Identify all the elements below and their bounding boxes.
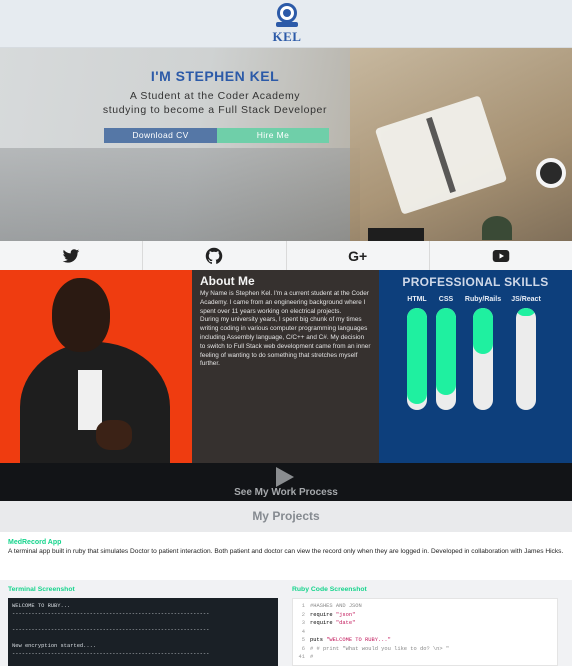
skill-bar-fill (407, 308, 427, 404)
skill-bar (436, 308, 456, 410)
hero-coffee-cup-image (536, 158, 566, 188)
profile-photo (0, 270, 192, 463)
hire-me-button[interactable]: Hire Me (217, 128, 329, 143)
skill-bar (516, 308, 536, 410)
play-icon[interactable] (276, 467, 294, 487)
skill-html: HTML (402, 296, 432, 410)
code-line-number: 5 (301, 637, 305, 643)
about-section: About Me My Name is Stephen Kel. I'm a c… (0, 270, 572, 463)
google-plus-link[interactable]: G+ (287, 241, 430, 270)
professional-skills-panel: PROFESSIONAL SKILLS HTML CSS Ruby/Rails … (379, 270, 572, 463)
about-me-panel: About Me My Name is Stephen Kel. I'm a c… (192, 270, 379, 463)
youtube-icon (492, 249, 510, 262)
code-line: 6 # # print "What would you like to do? \… (293, 645, 557, 654)
code-line-text: require "json" (310, 611, 356, 618)
terminal-line: ----------------------------------------… (12, 611, 210, 617)
code-screenshot: 1 #HASHES AND JSON 2 require "json" 3 require… (292, 598, 558, 666)
hero-plant-image (482, 216, 512, 240)
skill-css: CSS (431, 296, 461, 410)
code-line-number: 3 (301, 620, 305, 626)
about-heading: About Me (200, 274, 255, 288)
code-line: 4 (293, 628, 557, 637)
project-card: MedRecord App A terminal app built in ru… (0, 532, 572, 580)
code-line-number: 2 (301, 611, 305, 618)
code-line-number: 4 (301, 628, 305, 635)
logo-ring-icon (277, 3, 297, 23)
hero-banner: I'M STEPHEN KEL A Student at the Coder A… (0, 48, 572, 241)
terminal-line: ----------------------------------------… (12, 627, 210, 633)
terminal-screenshot: WELCOME TO RUBY... ----------------------… (8, 598, 278, 666)
terminal-screenshot-title: Terminal Screenshot (8, 586, 75, 593)
logo-text: KEL (272, 29, 302, 44)
code-line: 1 #HASHES AND JSON (293, 602, 557, 611)
code-screenshot-title: Ruby Code Screenshot (292, 586, 367, 593)
skills-heading: PROFESSIONAL SKILLS (402, 275, 549, 289)
skill-label: Ruby/Rails (464, 296, 502, 303)
work-process-label: See My Work Process (234, 487, 338, 498)
photo-head (52, 278, 110, 352)
twitter-link[interactable] (0, 241, 144, 270)
code-line-text: require "date" (310, 620, 356, 626)
project-description: A terminal app built in ruby that simula… (8, 548, 564, 555)
social-links-bar: G+ (0, 241, 572, 270)
photo-hand (96, 420, 132, 450)
site-header: KEL (0, 0, 572, 48)
hero-subtitle-line2: studying to become a Full Stack Develope… (102, 104, 328, 116)
terminal-line: WELCOME TO RUBY... (12, 603, 71, 609)
skill-bar-fill (516, 308, 536, 317)
skill-js-react: JS/React (511, 296, 541, 410)
github-link[interactable] (143, 241, 287, 270)
skill-ruby-rails: Ruby/Rails (463, 296, 503, 410)
skill-bar-fill (473, 308, 493, 354)
twitter-icon (62, 248, 80, 263)
code-line: 2 require "json" (293, 611, 557, 620)
skill-label: HTML (407, 296, 427, 303)
skill-label: JS/React (511, 296, 541, 303)
project-name[interactable]: MedRecord App (8, 539, 564, 546)
github-icon (206, 247, 223, 264)
code-line-text: puts "WELCOME TO RUBY..." (310, 637, 391, 643)
work-process-banner[interactable]: See My Work Process (0, 463, 572, 501)
code-line-number: 41 (298, 654, 305, 660)
google-plus-icon: G+ (348, 247, 368, 264)
code-line-text: # # print "What would you like to do? \n… (310, 645, 450, 652)
skill-bar (407, 308, 427, 410)
youtube-link[interactable] (430, 241, 572, 270)
code-line: 3 require "date" (293, 619, 557, 628)
hero-title: I'M STEPHEN KEL (150, 68, 280, 84)
code-line-number: 1 (301, 603, 305, 609)
code-line: 41 # (293, 653, 557, 662)
photo-shirt (78, 370, 102, 430)
hero-subtitle-line1: A Student at the Coder Academy (129, 90, 301, 102)
code-line: 5 puts "WELCOME TO RUBY..." (293, 636, 557, 645)
logo-base-icon (276, 22, 298, 27)
terminal-line: New encryption started.... (12, 643, 97, 649)
about-paragraph-2: During my university years, I spent big … (200, 316, 371, 368)
skill-label: CSS (438, 296, 454, 303)
hero-laptop-image (0, 148, 360, 241)
skill-bar-fill (436, 308, 456, 395)
hero-phone-image (368, 228, 424, 241)
screenshots-section: Terminal Screenshot WELCOME TO RUBY... --… (0, 580, 572, 666)
skill-bar (473, 308, 493, 410)
code-line-number: 6 (301, 645, 305, 652)
code-line-text: #HASHES AND JSON (310, 603, 362, 609)
kel-logo[interactable]: KEL (271, 3, 303, 47)
code-line-text: # (310, 654, 314, 660)
about-paragraph-1: My Name is Stephen Kel. I'm a current st… (200, 290, 369, 315)
download-cv-button[interactable]: Download CV (104, 128, 217, 143)
terminal-line: ----------------------------------------… (12, 651, 210, 657)
projects-title: My Projects (0, 501, 572, 532)
